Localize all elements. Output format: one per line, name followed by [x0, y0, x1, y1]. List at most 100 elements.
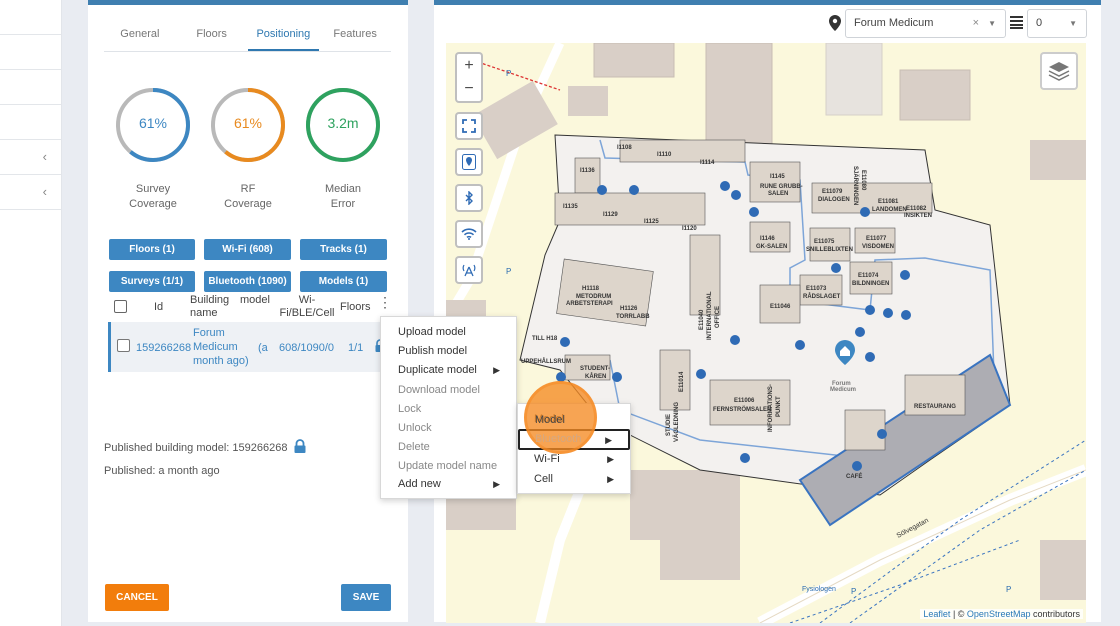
nav-row[interactable] [0, 105, 61, 140]
table-row[interactable]: 159266268 Forum Medicum (a month ago) 60… [108, 322, 392, 372]
models-filter-button[interactable]: Models (1) [300, 271, 387, 292]
svg-text:E11046: E11046 [770, 304, 791, 310]
fullscreen-icon [462, 119, 476, 133]
submenu-arrow-icon: ▶ [493, 479, 500, 489]
svg-text:I1145: I1145 [770, 174, 785, 180]
floor-list-icon [1010, 15, 1023, 34]
leaflet-link[interactable]: Leaflet [923, 609, 950, 619]
save-button[interactable]: SAVE [341, 584, 391, 611]
menu-item-add-new[interactable]: Add new ▶ [381, 475, 516, 494]
layers-button[interactable] [1040, 52, 1078, 90]
menu-item-duplicate-model[interactable]: Duplicate model ▶ [381, 361, 516, 380]
header-building-name: Building name [190, 294, 230, 319]
row-checkbox[interactable] [117, 339, 130, 352]
svg-text:TILL H18: TILL H18 [532, 336, 558, 342]
select-all-checkbox[interactable] [114, 300, 127, 313]
building-select[interactable]: Forum Medicum × ▼ [845, 9, 1006, 38]
wifi-layer-button[interactable] [455, 220, 483, 248]
wifi-filter-button[interactable]: Wi-Fi (608) [204, 239, 291, 260]
svg-text:VISDOMEN: VISDOMEN [862, 244, 894, 250]
svg-text:H1126: H1126 [620, 306, 638, 312]
menu-item-update-model-name[interactable]: Update model name [381, 457, 516, 476]
row-floors: 1/1 [348, 342, 364, 354]
cancel-button[interactable]: CANCEL [105, 584, 169, 611]
median-error-value: 3.2m [327, 115, 359, 131]
svg-text:SALEN: SALEN [768, 191, 788, 197]
svg-text:METODRUM: METODRUM [576, 294, 611, 300]
tab-general[interactable]: General [104, 22, 176, 51]
svg-text:INFORMATIONS-: INFORMATIONS- [768, 384, 774, 432]
tab-features[interactable]: Features [319, 22, 391, 51]
survey-coverage-value: 61% [138, 115, 168, 131]
menu-item-lock[interactable]: Lock [381, 400, 516, 419]
cell-layer-button[interactable] [455, 256, 483, 284]
nav-row[interactable] [0, 35, 61, 70]
lock-icon [294, 439, 306, 456]
chevron-down-icon: ▼ [1069, 19, 1077, 28]
bluetooth-filter-button[interactable]: Bluetooth (1090) [204, 271, 291, 292]
submenu-arrow-icon: ▶ [607, 454, 614, 464]
svg-text:VÄGLEDNING: VÄGLEDNING [673, 402, 680, 442]
map-attribution: Leaflet | © OpenStreetMap contributors [920, 609, 1083, 619]
nav-row[interactable] [0, 0, 61, 35]
model-context-menu: Upload model Publish model Duplicate mod… [380, 316, 517, 499]
menu-item-delete[interactable]: Delete [381, 438, 516, 457]
rf-coverage-label: RF Coverage [224, 183, 272, 210]
tracks-filter-button[interactable]: Tracks (1) [300, 239, 387, 260]
bluetooth-layer-button[interactable] [455, 184, 483, 212]
zoom-out-button[interactable]: − [455, 77, 483, 103]
tab-positioning[interactable]: Positioning [247, 22, 320, 51]
osm-link[interactable]: OpenStreetMap [967, 609, 1031, 619]
svg-text:SNILLEBLIXTEN: SNILLEBLIXTEN [806, 247, 853, 253]
svg-text:STUDIE: STUDIE [666, 414, 672, 436]
median-error-gauge: 3.2m [304, 86, 382, 164]
fullscreen-button[interactable] [455, 112, 483, 140]
nav-row-collapsible[interactable]: ‹ [0, 175, 61, 210]
submenu-item-wifi[interactable]: Wi-Fi ▶ [518, 450, 630, 469]
rf-coverage-value: 61% [233, 115, 263, 131]
chevron-left-icon: ‹ [42, 184, 47, 199]
submenu-item-bluetooth-overlay: Bluetooth [535, 433, 582, 445]
menu-item-publish-model[interactable]: Publish model [381, 342, 516, 361]
survey-coverage-label: Survey Coverage [129, 183, 177, 210]
svg-text:KÅREN: KÅREN [585, 373, 606, 380]
menu-item-upload-model[interactable]: Upload model [381, 323, 516, 342]
clear-icon[interactable]: × [973, 10, 979, 37]
svg-text:E11082: E11082 [906, 206, 927, 212]
location-pin-icon [462, 154, 476, 170]
nav-row-collapsible[interactable]: ‹ [0, 140, 61, 175]
chevron-down-icon: ▼ [988, 19, 996, 28]
menu-item-unlock[interactable]: Unlock [381, 419, 516, 438]
submenu-arrow-icon: ▶ [493, 365, 500, 375]
svg-text:RUNE GRUBB-: RUNE GRUBB- [760, 184, 803, 190]
zoom-in-button[interactable]: + [455, 52, 483, 78]
row-id: 159266268 [136, 342, 192, 354]
svg-text:GK-SALEN: GK-SALEN [756, 244, 787, 250]
floors-filter-button[interactable]: Floors (1) [109, 239, 195, 260]
locate-button[interactable] [455, 148, 483, 176]
header-id: Id [154, 301, 164, 313]
map-marker-icon [829, 15, 841, 36]
svg-text:E11079: E11079 [822, 189, 843, 195]
column-menu-icon[interactable]: ⋮ [378, 295, 392, 309]
building-select-value: Forum Medicum [854, 17, 934, 29]
svg-text:E11081: E11081 [878, 199, 899, 205]
median-error-label: Median Error [324, 183, 362, 210]
svg-text:I1136: I1136 [580, 168, 595, 174]
nav-row[interactable] [0, 70, 61, 105]
floor-plan-map[interactable]: I1108 I1110 I1114 I1136 I1145 RUNE GRUBB… [446, 43, 1086, 623]
svg-text:BILDNINGEN: BILDNINGEN [852, 281, 889, 287]
svg-text:P: P [851, 587, 856, 596]
svg-text:I1129: I1129 [603, 212, 618, 218]
svg-text:E11040: E11040 [699, 309, 705, 330]
svg-text:I1135: I1135 [563, 204, 578, 210]
surveys-filter-button[interactable]: Surveys (1/1) [109, 271, 195, 292]
floor-select-value: 0 [1036, 17, 1043, 29]
floor-select[interactable]: 0 ▼ [1027, 9, 1087, 38]
svg-text:I1146: I1146 [760, 236, 775, 242]
menu-item-download-model[interactable]: Download model [381, 381, 516, 400]
header-model: model [240, 294, 270, 306]
submenu-item-cell[interactable]: Cell ▶ [518, 470, 630, 489]
svg-text:UPPEHÅLLSRUM: UPPEHÅLLSRUM [521, 358, 571, 365]
tab-floors[interactable]: Floors [176, 22, 248, 51]
